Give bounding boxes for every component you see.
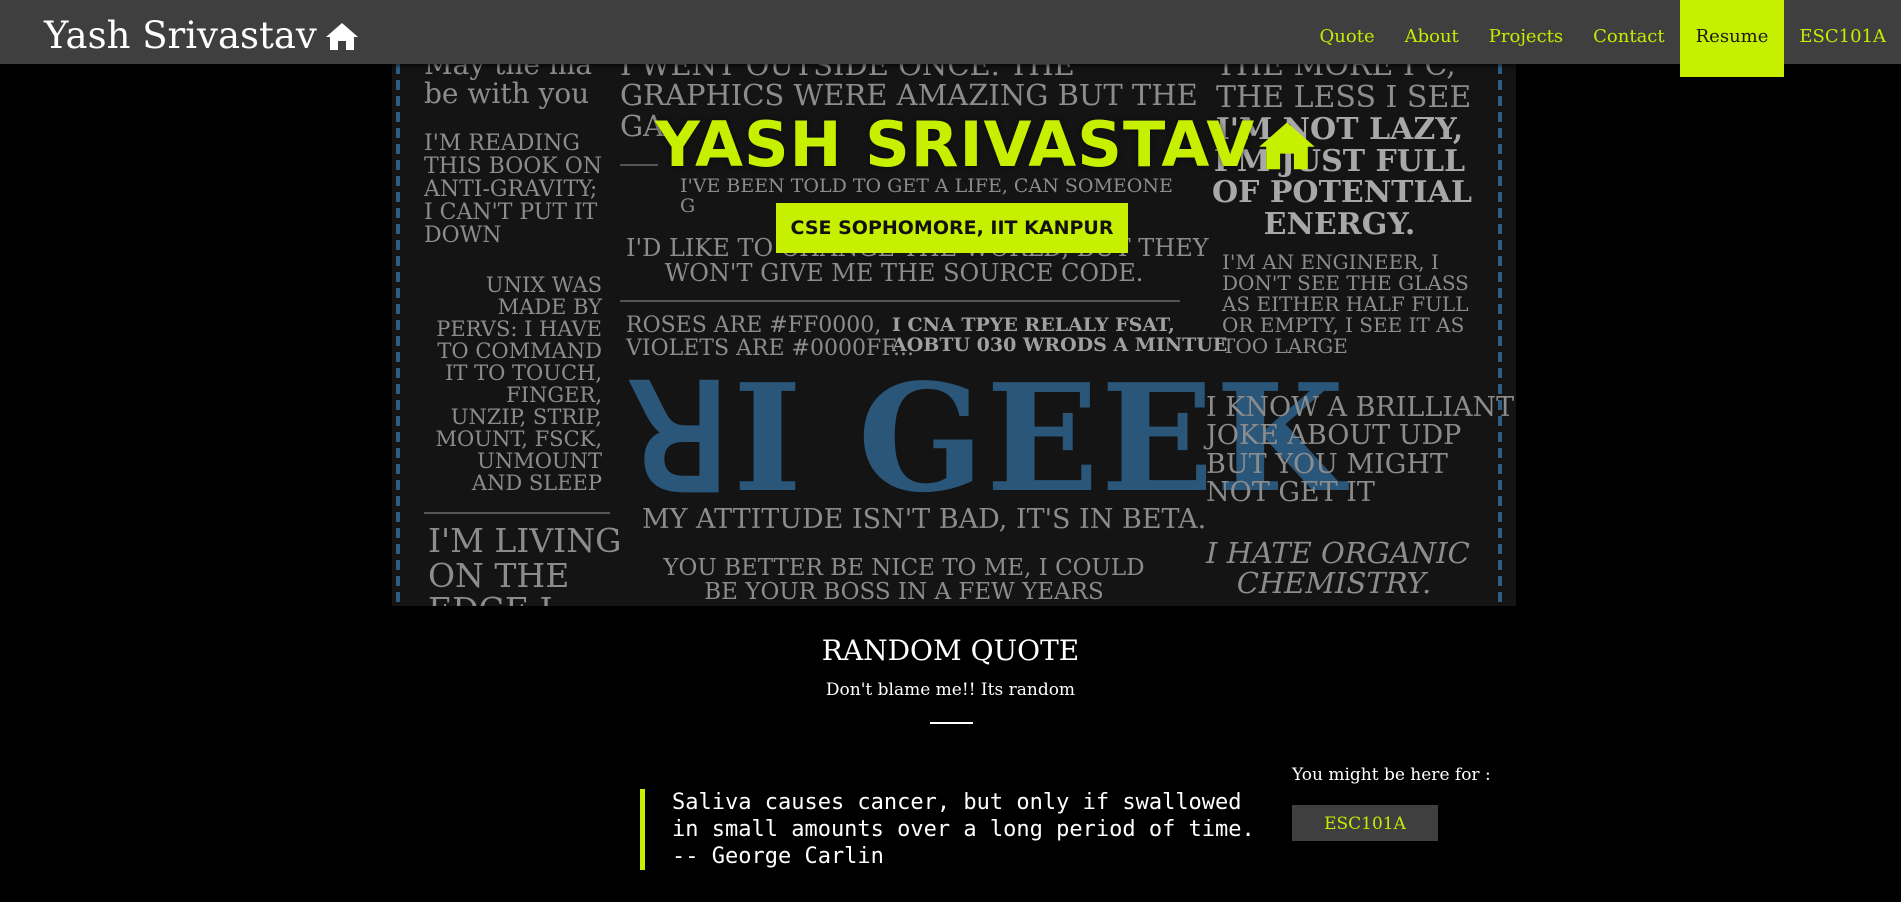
bg-quote: I'M LIVING ON THE EDGE I	[428, 521, 622, 606]
section-divider	[930, 722, 973, 724]
bg-quote: MY ATTITUDE ISN'T BAD, IT'S IN BETA.	[642, 504, 1207, 535]
bg-quote: I'M AN ENGINEER, I DON'T SEE THE GLASS A…	[1222, 250, 1469, 358]
bg-divider	[620, 300, 1180, 302]
sidebar-label: You might be here for :	[1292, 765, 1491, 785]
hero-badge: CSE SOPHOMORE, IIT KANPUR	[776, 203, 1128, 253]
bg-quote: YOU BETTER BE NICE TO ME, I COULD BE YOU…	[663, 555, 1145, 606]
bg-divider	[424, 512, 610, 514]
nav-menu: Quote About Projects Contact Resume ESC1…	[1305, 0, 1901, 77]
navbar: Yash Srivastav Quote About Projects Cont…	[0, 0, 1901, 77]
home-icon	[325, 22, 358, 50]
bg-quote: I KNOW A BRILLIANT JOKE ABOUT UDP BUT YO…	[1206, 392, 1515, 509]
brand-label: Yash Srivastav	[44, 14, 317, 57]
bg-divider	[620, 164, 658, 166]
bg-quote: UNIX WAS MADE BY PERVS: I HAVE TO COMMAN…	[435, 273, 602, 496]
esc101a-button[interactable]: ESC101A	[1292, 805, 1438, 841]
bg-quote: I'M READING THIS BOOK ON ANTI-GRAVITY; I…	[424, 131, 602, 249]
nav-item-esc101a[interactable]: ESC101A	[1784, 0, 1901, 64]
home-icon	[1259, 121, 1315, 169]
bg-quote: I CNA TPYE RELALY FSAT, AOBTU 030 WRODS …	[892, 314, 1228, 356]
brand[interactable]: Yash Srivastav	[44, 14, 359, 57]
bg-quote: I HATE ORGANIC CHEMISTRY.	[1206, 536, 1470, 601]
hero-title-text: YASH SRIVASTAV	[655, 108, 1256, 181]
hero-border-left	[396, 64, 400, 606]
nav-item-quote[interactable]: Quote	[1305, 0, 1390, 64]
section-subtitle: Don't blame me!! Its random	[825, 680, 1076, 700]
nav-item-about[interactable]: About	[1390, 0, 1474, 64]
random-quote: Saliva causes cancer, but only if swallo…	[640, 789, 1272, 870]
section-title: RANDOM QUOTE	[821, 634, 1080, 667]
bg-quote: May the ma be with you	[424, 64, 593, 111]
nav-item-resume[interactable]: Resume	[1679, 0, 1785, 77]
bg-quote: THE MORE I C, THE LESS I SEE	[1216, 64, 1472, 115]
hero-border-right	[1498, 64, 1502, 606]
nav-item-projects[interactable]: Projects	[1474, 0, 1578, 64]
nav-item-contact[interactable]: Contact	[1578, 0, 1679, 64]
hero-title: YASH SRIVASTAV	[655, 108, 1317, 181]
